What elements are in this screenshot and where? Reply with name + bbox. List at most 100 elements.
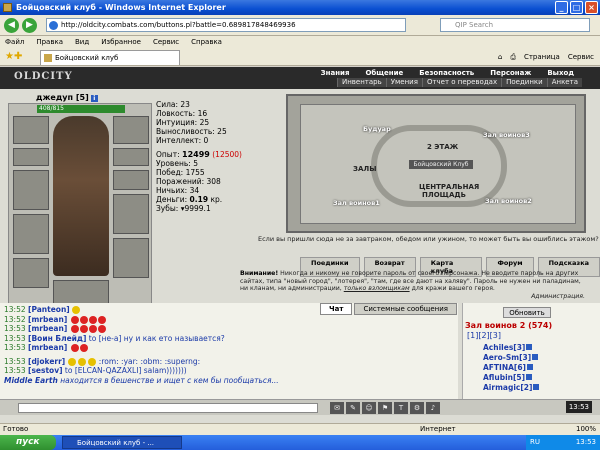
game-header: OLDCITY Знания Общение Безопасность Перс… xyxy=(0,67,600,89)
window-title: Бойцовский клуб - Windows Internet Explo… xyxy=(16,3,226,12)
security-warning: Внимание! Никогда и никому не говорите п… xyxy=(240,270,585,300)
room-hall3[interactable]: Зал воинов3 xyxy=(483,131,530,139)
refresh-button[interactable]: Обновить xyxy=(503,307,551,318)
gloves-slot[interactable] xyxy=(113,170,149,190)
nav-security[interactable]: Безопасность xyxy=(411,69,482,78)
nav-character[interactable]: Персонаж xyxy=(482,69,539,78)
menu-view[interactable]: Вид xyxy=(75,36,89,48)
nav-communication[interactable]: Общение xyxy=(357,69,411,78)
hackers-link[interactable]: только взломщикам xyxy=(344,285,410,292)
tab-chat[interactable]: Чат xyxy=(320,303,353,315)
amulet-slot[interactable] xyxy=(13,148,49,166)
list-item[interactable]: Aflubin[5] xyxy=(483,373,539,383)
list-item[interactable]: AFTINA[6] xyxy=(483,363,539,373)
oldcity-logo: OLDCITY xyxy=(14,71,73,82)
back-icon[interactable]: ◀ xyxy=(4,18,19,33)
character-figure xyxy=(53,116,109,276)
stat-intuition: Интуиция: 25 xyxy=(156,118,210,127)
chat-window[interactable]: 13:52 [Panteon] 13:52 [mrbean] 13:53 [mr… xyxy=(0,303,458,399)
subnav-inventory[interactable]: Инвентарь xyxy=(336,78,386,87)
address-bar: ◀ ▶ http://oldcity.combats.com/buttons.p… xyxy=(0,15,600,36)
favorites-star-icon[interactable]: ★✚ xyxy=(5,51,22,62)
minimize-button[interactable]: _ xyxy=(555,1,568,14)
character-name[interactable]: джедуп [5] i xyxy=(36,93,98,102)
earrings-slot[interactable] xyxy=(113,116,149,144)
pet-slot[interactable] xyxy=(53,280,109,304)
list-item[interactable]: Airmagic[2] xyxy=(483,383,540,393)
forward-icon[interactable]: ▶ xyxy=(22,18,37,33)
club-sign[interactable]: Бойцовский Клуб xyxy=(409,160,473,169)
character-stats: Сила: 23 Ловкость: 16 Интуиция: 25 Вынос… xyxy=(156,100,227,145)
stat-agility: Ловкость: 16 xyxy=(156,109,208,118)
smile-icon xyxy=(70,315,79,324)
search-input[interactable]: QIP Search xyxy=(440,18,590,32)
zoom-level[interactable]: 100% xyxy=(576,424,596,435)
room-hall2[interactable]: Зал воинов2 xyxy=(485,197,532,205)
chat-line: 13:53 [mrbean] xyxy=(4,343,454,353)
send-icon[interactable]: ✉ xyxy=(330,402,344,414)
close-button[interactable]: × xyxy=(585,1,598,14)
stat-strength: Сила: 23 xyxy=(156,100,190,109)
helmet-slot[interactable] xyxy=(13,116,49,144)
start-button[interactable]: пуск xyxy=(0,435,56,450)
nav-knowledge[interactable]: Знания xyxy=(313,69,358,78)
tools-menu[interactable]: Сервис xyxy=(568,51,594,63)
window-titlebar: Бойцовский клуб - Windows Internet Explo… xyxy=(0,0,600,15)
subnav-transfers[interactable]: Отчет о переводах xyxy=(421,78,502,87)
subnav-profile[interactable]: Анкета xyxy=(546,78,582,87)
language-indicator[interactable]: RU xyxy=(530,435,540,450)
rings-slot[interactable] xyxy=(113,148,149,166)
losses: Поражений: 308 xyxy=(156,177,221,186)
shield-slot[interactable] xyxy=(113,194,149,234)
tab-icon xyxy=(44,54,52,62)
filter-icon[interactable]: ⚑ xyxy=(378,402,392,414)
boots-slot[interactable] xyxy=(113,238,149,278)
home-icon[interactable]: ⌂ xyxy=(498,51,502,63)
teeth: Зубы: ▾9999.1 xyxy=(156,204,211,213)
central-square[interactable]: ЦЕНТРАЛЬНАЯ ПЛОЩАДЬ xyxy=(419,183,479,199)
sound-icon[interactable]: ♪ xyxy=(426,402,440,414)
belt-slot[interactable] xyxy=(13,258,49,288)
maximize-button[interactable]: □ xyxy=(570,1,583,14)
menu-file[interactable]: Файл xyxy=(5,36,24,48)
stat-intellect: Интеллект: 0 xyxy=(156,136,209,145)
menu-favorites[interactable]: Избранное xyxy=(101,36,141,48)
translit-icon[interactable]: Т xyxy=(394,402,408,414)
menu-edit[interactable]: Правка xyxy=(36,36,63,48)
room-boudoir[interactable]: Будуар xyxy=(363,125,391,133)
browser-tab[interactable]: Бойцовский клуб xyxy=(40,50,180,65)
chat-toolbar: ✉ ✎ ☺ ⚑ Т ⚙ ♪ 13:53 xyxy=(0,399,600,415)
chat-line: 13:53 [sestov] to [ELCAN-QAZAXLI] salam)… xyxy=(4,366,187,375)
room-hall1[interactable]: Зал воинов1 xyxy=(333,199,380,207)
tab-system-messages[interactable]: Системные сообщения xyxy=(354,303,457,315)
pagination[interactable]: [1][2][3] xyxy=(467,331,501,340)
chat-tabs: Чат Системные сообщения xyxy=(320,303,457,315)
club-map: Будуар Зал воинов3 2 ЭТАЖ Бойцовский Клу… xyxy=(286,94,586,233)
url-field[interactable]: http://oldcity.combats.com/buttons.pl?ba… xyxy=(46,18,406,32)
list-item[interactable]: Achiles[3] xyxy=(483,343,539,353)
subnav-skills[interactable]: Умения xyxy=(385,78,422,87)
chat-line: 13:52 [mrbean] xyxy=(4,315,454,325)
armor-slot[interactable] xyxy=(13,214,49,254)
taskbar-item[interactable]: Бойцовский клуб - ... xyxy=(62,436,182,449)
smiles-icon[interactable]: ☺ xyxy=(362,402,376,414)
status-text: Готово xyxy=(3,425,29,433)
smile-icon xyxy=(70,344,79,352)
halls-label: ЗАЛЫ xyxy=(353,165,377,173)
weapon-slot[interactable] xyxy=(13,170,49,210)
list-item[interactable]: Aero-Sm[3] xyxy=(483,353,539,363)
chat-input[interactable] xyxy=(18,403,318,413)
page-menu[interactable]: Страница xyxy=(524,51,560,63)
info-icon[interactable]: i xyxy=(90,95,98,102)
menu-tools[interactable]: Сервис xyxy=(153,36,179,48)
nav-exit[interactable]: Выход xyxy=(539,69,582,78)
subnav-battles[interactable]: Поединки xyxy=(501,78,547,87)
settings-icon[interactable]: ⚙ xyxy=(410,402,424,414)
menu-help[interactable]: Справка xyxy=(191,36,222,48)
favorites-bar: ★✚ Бойцовский клуб ⌂ ⎙ Страница Сервис xyxy=(0,48,600,66)
tray-clock: 13:53 xyxy=(575,438,596,446)
draws: Ничьих: 34 xyxy=(156,186,200,195)
clear-icon[interactable]: ✎ xyxy=(346,402,360,414)
smile-icon xyxy=(67,357,76,366)
print-icon[interactable]: ⎙ xyxy=(510,51,516,63)
